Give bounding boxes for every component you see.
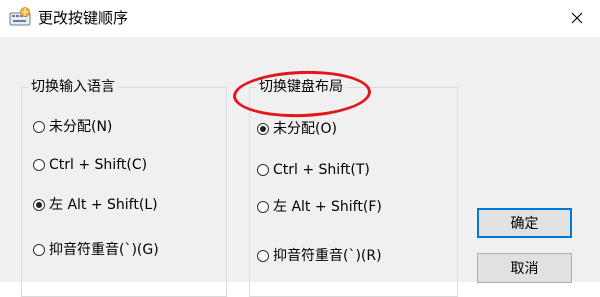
radio-indicator-checked: [33, 199, 45, 211]
radio-input-unassigned[interactable]: 未分配(N): [33, 117, 112, 137]
keyboard-layout-group-label: 切换键盘布局: [256, 78, 346, 96]
radio-layout-left-alt-shift[interactable]: 左 Alt + Shift(F): [257, 197, 382, 217]
close-icon: [571, 9, 583, 28]
radio-label: 抑音符重音(`)(R): [273, 248, 382, 264]
input-language-group-label: 切换输入语言: [28, 78, 118, 96]
radio-label: Ctrl + Shift(C): [49, 157, 148, 173]
radio-indicator: [33, 159, 45, 171]
ok-button[interactable]: 确定: [477, 208, 572, 238]
radio-indicator: [257, 250, 269, 262]
cancel-button[interactable]: 取消: [477, 253, 572, 283]
radio-label: 未分配(O): [273, 121, 337, 137]
radio-indicator: [257, 164, 269, 176]
window-title: 更改按键顺序: [38, 9, 129, 27]
radio-layout-grave-accent[interactable]: 抑音符重音(`)(R): [257, 246, 382, 266]
radio-layout-unassigned[interactable]: 未分配(O): [257, 119, 337, 139]
radio-indicator: [33, 244, 45, 256]
radio-input-left-alt-shift[interactable]: 左 Alt + Shift(L): [33, 195, 158, 215]
close-button[interactable]: [554, 0, 600, 37]
title-bar: 更改按键顺序: [0, 0, 600, 37]
dialog-client-area: 切换输入语言 未分配(N) Ctrl + Shift(C) 左 Alt + Sh…: [0, 37, 600, 297]
radio-label: 抑音符重音(`)(G): [49, 242, 159, 258]
radio-label: 未分配(N): [49, 119, 113, 135]
radio-label: 左 Alt + Shift(L): [49, 197, 158, 213]
radio-indicator: [33, 121, 45, 133]
radio-layout-ctrl-shift[interactable]: Ctrl + Shift(T): [257, 160, 370, 180]
radio-indicator: [257, 201, 269, 213]
radio-input-ctrl-shift[interactable]: Ctrl + Shift(C): [33, 155, 147, 175]
radio-label: 左 Alt + Shift(F): [273, 199, 382, 215]
keyboard-language-icon: [8, 6, 32, 30]
radio-indicator-checked: [257, 123, 269, 135]
radio-label: Ctrl + Shift(T): [273, 162, 370, 178]
radio-input-grave-accent[interactable]: 抑音符重音(`)(G): [33, 240, 159, 260]
